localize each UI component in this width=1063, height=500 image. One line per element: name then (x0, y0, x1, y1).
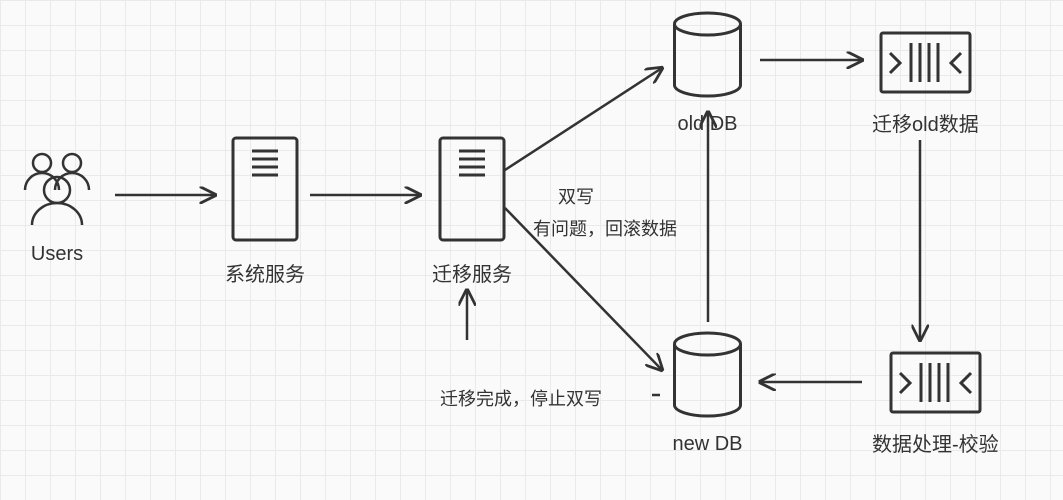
edge-label-migration-done: 迁移完成，停止双写 (440, 385, 602, 411)
edge-label-dual-write: 双写 (558, 183, 594, 209)
users-label: Users (12, 243, 102, 266)
migration-service-label: 迁移服务 (432, 258, 512, 287)
server-icon (437, 135, 507, 245)
migrate-old-data-label: 迁移old数据 (872, 108, 979, 137)
node-system-service: 系统服务 (225, 135, 305, 287)
data-process-verify-label: 数据处理-校验 (872, 428, 999, 457)
queue-icon (888, 350, 983, 415)
node-migrate-old-data: 迁移old数据 (872, 30, 979, 137)
new-db-label: new DB (670, 433, 745, 456)
edge-label-rollback: 有问题，回滚数据 (533, 215, 677, 241)
users-icon (12, 150, 102, 230)
node-old-db: old DB (670, 10, 745, 136)
database-icon (670, 10, 745, 100)
server-icon (230, 135, 300, 245)
node-new-db: new DB (670, 330, 745, 456)
node-data-process-verify: 数据处理-校验 (872, 350, 999, 457)
old-db-label: old DB (670, 113, 745, 136)
database-icon (670, 330, 745, 420)
queue-icon (878, 30, 973, 95)
node-migration-service: 迁移服务 (432, 135, 512, 287)
system-service-label: 系统服务 (225, 258, 305, 287)
node-users: Users (12, 150, 102, 266)
